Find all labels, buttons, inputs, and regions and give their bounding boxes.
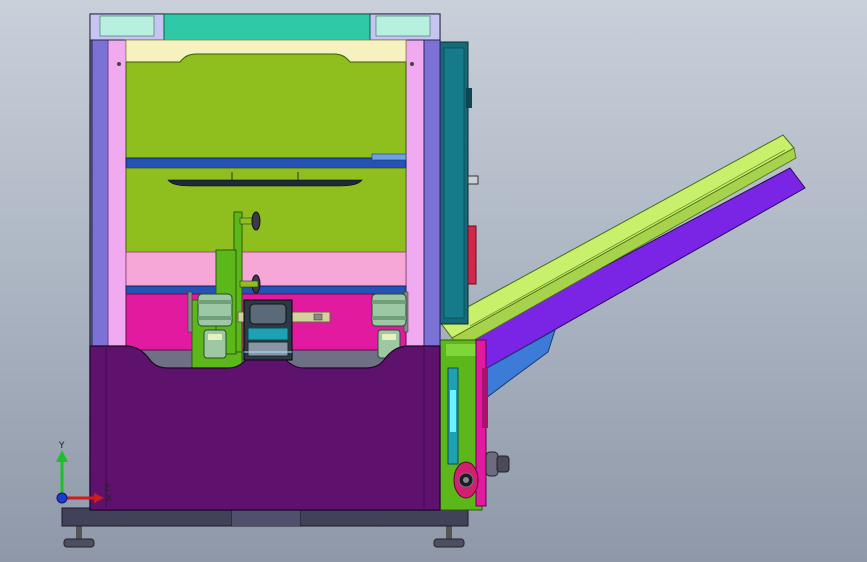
y-axis-arrow-icon	[56, 450, 68, 462]
left-column	[91, 39, 127, 351]
middle-rail	[125, 153, 407, 255]
triad-y-label: Y	[58, 441, 65, 451]
z-axis-icon	[56, 492, 68, 504]
side-door[interactable]	[439, 41, 479, 325]
chute-purple-body	[469, 167, 806, 373]
foot-left-pad	[63, 538, 95, 548]
chute-lime-top	[439, 134, 795, 339]
bolt-icon	[117, 62, 121, 66]
foot-right-stem	[446, 526, 452, 540]
base-plate	[61, 507, 469, 527]
triad-x-label: X	[106, 494, 112, 504]
leveling-feet	[63, 526, 465, 548]
cad-viewport[interactable]: Y X Z	[0, 0, 867, 562]
drum-left[interactable]	[197, 293, 233, 327]
lower-pink-band	[125, 251, 407, 295]
foot-left-stem	[76, 526, 82, 540]
inclined-chute[interactable]	[439, 134, 806, 399]
knob-icon[interactable]	[251, 211, 261, 231]
bolt-icon	[410, 62, 414, 66]
machine-scene[interactable]: Y X Z	[0, 0, 867, 562]
upper-panel	[125, 39, 407, 161]
chute-lime-lip	[451, 147, 797, 349]
triad-z-label: Z	[104, 484, 110, 494]
base-cabinet[interactable]	[89, 345, 441, 511]
foot-right-pad	[433, 538, 465, 548]
door-latch-icon[interactable]	[467, 175, 479, 185]
right-column	[405, 39, 441, 351]
drum-right[interactable]	[371, 293, 407, 327]
